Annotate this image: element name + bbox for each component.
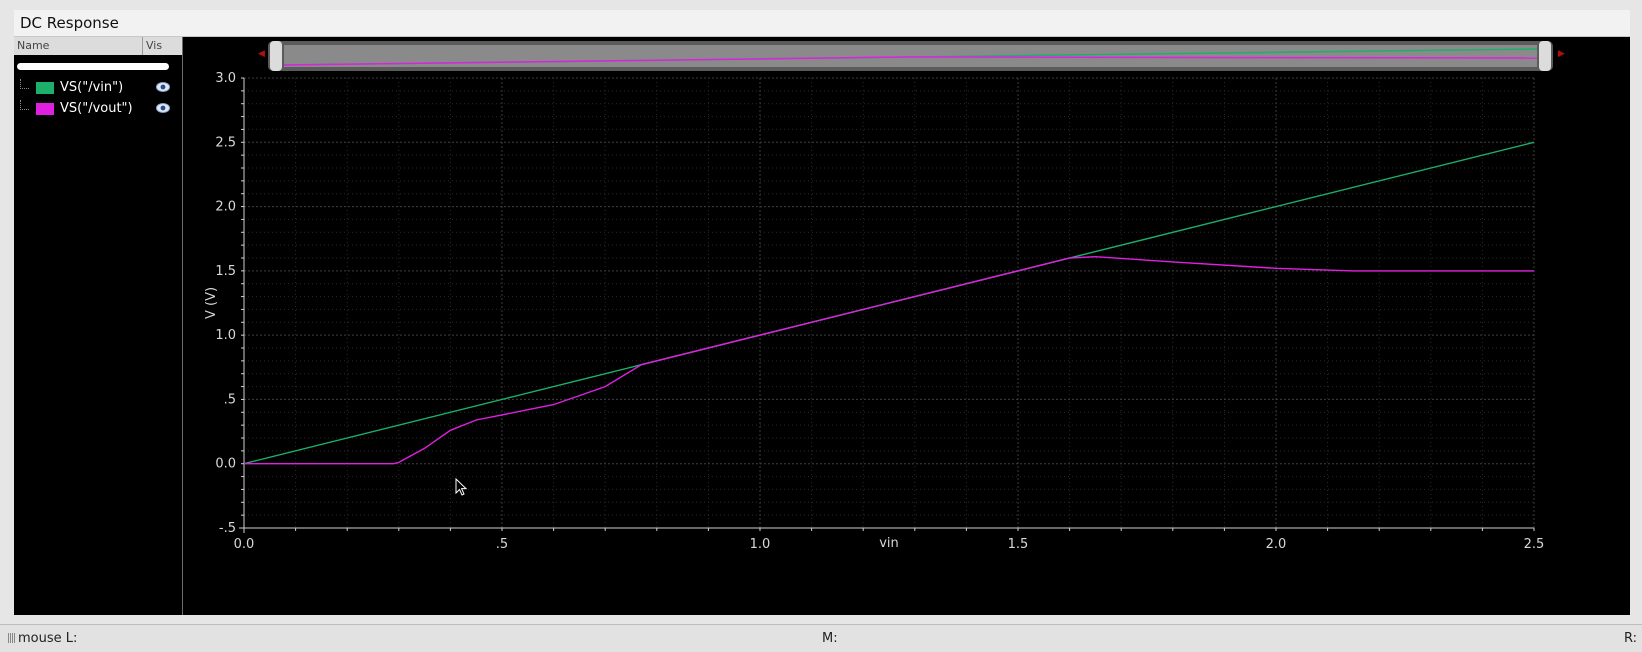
x-axis-label: vin — [879, 536, 899, 551]
x-tick-label: .5 — [496, 537, 508, 552]
y-tick-label: .5 — [224, 392, 236, 407]
x-tick-label: 2.0 — [1266, 537, 1287, 552]
x-tick-label: 1.5 — [1008, 537, 1029, 552]
y-tick-label: 2.5 — [215, 135, 236, 150]
y-tick-label: -.5 — [219, 521, 236, 536]
y-tick-label: 1.0 — [215, 328, 236, 343]
y-tick-label: 1.5 — [215, 264, 236, 279]
mouse-middle-readout: M: — [822, 631, 838, 646]
y-axis-label: V (V) — [204, 287, 219, 319]
mouse-left-readout: mouse L: — [18, 631, 78, 646]
x-tick-label: 2.5 — [1524, 537, 1545, 552]
x-tick-label: 0.0 — [234, 537, 255, 552]
window-title: DC Response — [20, 14, 119, 32]
y-tick-label: 2.0 — [215, 200, 236, 215]
y-tick-label: 0.0 — [215, 457, 236, 472]
mouse-right-readout: R: — [1624, 631, 1638, 646]
graph-area: Name Vis VS("/vin") VS("/vout") ◀ ▶ 0.0 … — [14, 37, 1630, 615]
mouse-cursor-icon — [455, 478, 468, 496]
window-title-bar: DC Response — [14, 10, 1630, 37]
x-tick-label: 1.0 — [750, 537, 771, 552]
grip-icon[interactable] — [8, 633, 15, 643]
series-line-vout — [244, 255, 1534, 465]
status-bar: mouse L: M: R: — [0, 624, 1642, 652]
dc-response-plot[interactable]: 0.0.5 1.0 1.5 2.0 2.5-.50.0.51.01.52.02.53.0… — [14, 37, 1630, 615]
y-tick-label: 3.0 — [215, 71, 236, 86]
